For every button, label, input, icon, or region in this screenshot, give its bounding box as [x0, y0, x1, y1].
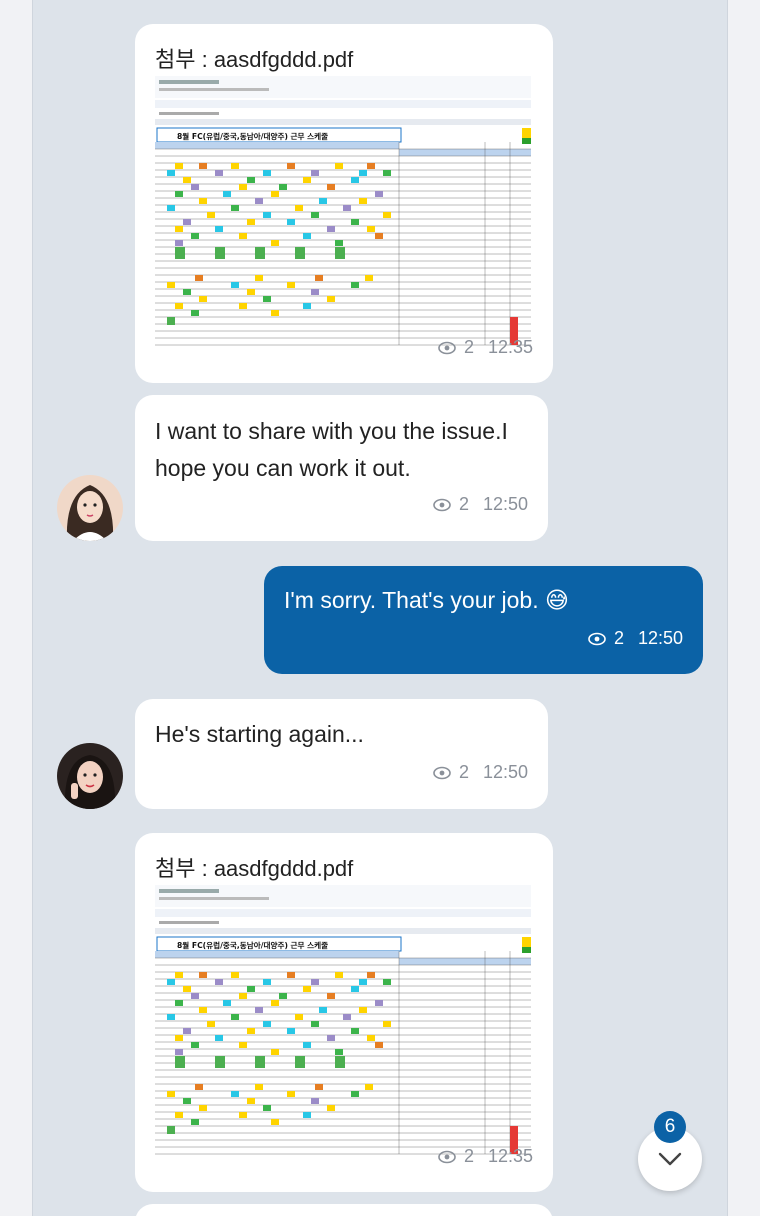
message-text: I'm sorry. That's your job. 😅 [284, 587, 569, 613]
message-text: He's starting again... [155, 721, 364, 747]
chevron-down-icon [658, 1152, 682, 1166]
read-eye-icon [433, 498, 451, 511]
avatar[interactable] [57, 475, 123, 541]
outgoing-message[interactable]: I'm sorry. That's your job. 😅 2 12:50 [264, 566, 703, 674]
avatar[interactable] [57, 743, 123, 809]
read-count: 2 [613, 628, 624, 648]
left-panel [0, 0, 33, 1216]
read-count: 2 [463, 1146, 474, 1166]
message-meta: 2 12:50 [433, 762, 528, 783]
doc-title: 8월 FC(유럽/중국,동남아/대양주) 근무 스케줄 [177, 131, 328, 141]
next-message[interactable] [135, 1204, 553, 1216]
read-count: 2 [458, 494, 469, 514]
attachment-label: 첨부 : aasdfgddd.pdf [155, 47, 354, 72]
incoming-message[interactable]: He's starting again... 2 12:50 [135, 699, 548, 809]
message-text: I want to share with you the issue.I hop… [155, 418, 508, 481]
attachment-message[interactable]: 첨부 : aasdfgddd.pdf 8월 FC(유럽/중국,동남아/대양주) … [135, 833, 553, 1192]
read-count: 2 [463, 337, 474, 357]
read-eye-icon [433, 766, 451, 779]
message-meta: 2 12:35 [438, 1146, 533, 1167]
attachment-message[interactable]: 첨부 : aasdfgddd.pdf 8월 FC(유럽/중국,동남아/대양주) … [135, 24, 553, 383]
right-panel [727, 0, 760, 1216]
message-time: 12:50 [482, 762, 528, 782]
message-time: 12:50 [637, 628, 683, 648]
message-time: 12:50 [482, 494, 528, 514]
attachment-thumbnail[interactable]: 8월 FC(유럽/중국,동남아/대양주) 근무 스케줄 [155, 76, 531, 348]
read-eye-icon [588, 632, 606, 645]
read-eye-icon [438, 1150, 456, 1163]
message-time: 12:35 [487, 1146, 533, 1166]
chat-area[interactable]: 첨부 : aasdfgddd.pdf 8월 FC(유럽/중국,동남아/대양주) … [33, 0, 727, 1216]
incoming-message[interactable]: I want to share with you the issue.I hop… [135, 395, 548, 541]
message-time: 12:35 [487, 337, 533, 357]
read-count: 2 [458, 762, 469, 782]
attachment-label: 첨부 : aasdfgddd.pdf [155, 856, 354, 881]
message-meta: 2 12:35 [438, 337, 533, 358]
unread-count-badge: 6 [654, 1111, 686, 1143]
doc-title: 8월 FC(유럽/중국,동남아/대양주) 근무 스케줄 [177, 940, 328, 950]
message-meta: 2 12:50 [588, 628, 683, 649]
message-meta: 2 12:50 [433, 494, 528, 515]
read-eye-icon [438, 341, 456, 354]
attachment-thumbnail[interactable]: 8월 FC(유럽/중국,동남아/대양주) 근무 스케줄 [155, 885, 531, 1157]
